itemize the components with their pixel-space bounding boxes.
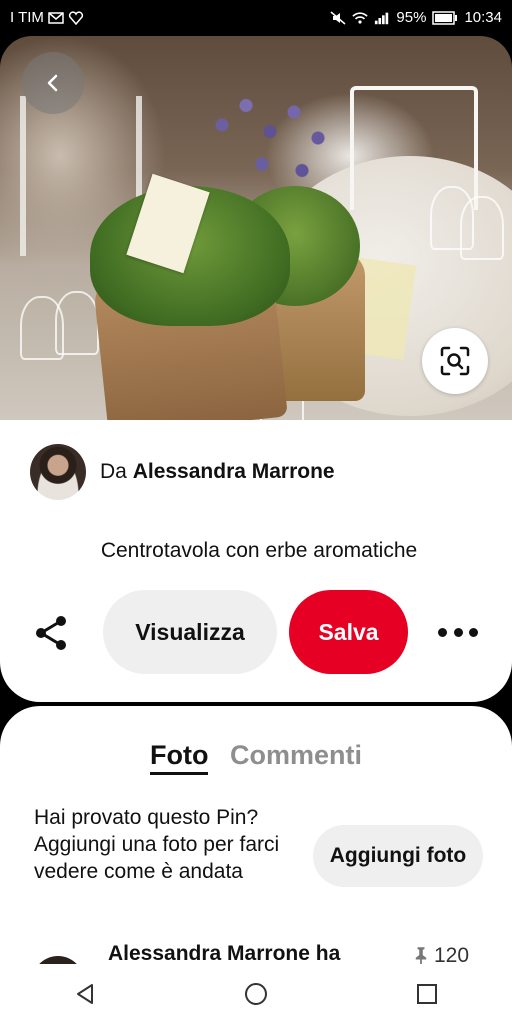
back-button[interactable]: [22, 52, 84, 114]
author-line[interactable]: Da Alessandra Marrone: [100, 460, 335, 484]
circle-home-icon: [244, 983, 267, 1005]
clock-time: 10:34: [464, 9, 502, 26]
carrier-name: I TIM: [10, 9, 44, 26]
comment-avatar[interactable]: [32, 956, 84, 964]
system-nav-bar: [0, 964, 512, 1024]
battery-percent: 95%: [396, 9, 427, 26]
glass: [460, 196, 504, 260]
author-avatar[interactable]: [30, 444, 86, 500]
more-dot: [469, 627, 478, 637]
status-right: 95% 10:34: [330, 9, 502, 26]
status-bar: I TIM 95% 10:34: [0, 0, 512, 36]
visual-search-button[interactable]: [422, 328, 488, 394]
more-button[interactable]: [438, 620, 478, 644]
mute-icon: [330, 10, 346, 25]
photos-comments-card: Foto Commenti Hai provato questo Pin? Ag…: [0, 706, 512, 964]
wifi-icon: [352, 11, 369, 24]
nav-home-button[interactable]: [226, 964, 286, 1024]
try-pin-prompt: Hai provato questo Pin? Aggiungi una fot…: [34, 806, 280, 883]
battery-icon: [432, 10, 458, 25]
nav-recents-button[interactable]: [397, 964, 457, 1024]
visualizza-button[interactable]: Visualizza: [103, 590, 277, 674]
tab-foto[interactable]: Foto: [149, 740, 209, 775]
pin-count: 120: [414, 944, 469, 964]
signal-icon: [375, 12, 389, 24]
heart-icon: [68, 10, 83, 25]
triangle-back-icon: [77, 984, 94, 1004]
lens-search-icon: [440, 346, 470, 376]
pin-details-card: Da Alessandra Marrone Centrotavola con e…: [0, 420, 512, 702]
square-recents-icon: [416, 984, 437, 1004]
chevron-left-icon: [47, 74, 58, 92]
more-dot: [453, 627, 463, 637]
nav-back-button[interactable]: [55, 964, 115, 1024]
pin-title: Centrotavola con erbe aromatiche: [100, 539, 418, 562]
author-name[interactable]: Alessandra Marrone: [133, 460, 335, 483]
add-photo-button[interactable]: Aggiungi foto: [313, 825, 483, 887]
glass: [55, 291, 99, 355]
tab-bar: Foto Commenti: [0, 740, 512, 775]
tab-commenti[interactable]: Commenti: [230, 740, 362, 771]
author-prefix: Da: [100, 460, 127, 483]
share-icon: [36, 616, 66, 650]
save-button[interactable]: Salva: [289, 590, 408, 674]
comment-author: Alessandra Marrone ha: [108, 942, 341, 964]
status-left: I TIM: [10, 9, 84, 26]
pin-count-value: 120: [434, 944, 470, 964]
pin-icon: [415, 947, 427, 964]
mail-icon: [48, 11, 64, 24]
more-dot: [438, 627, 447, 637]
share-button[interactable]: [32, 613, 72, 653]
